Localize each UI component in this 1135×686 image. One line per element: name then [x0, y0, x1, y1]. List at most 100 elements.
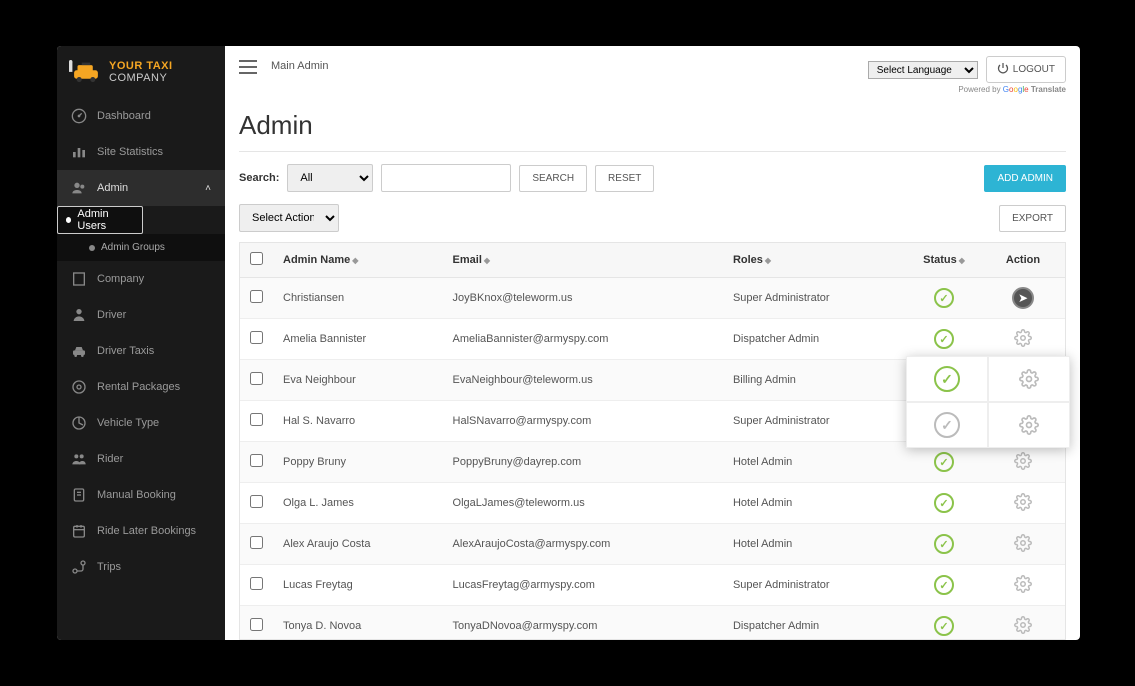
status-active-icon[interactable]: ✓ [934, 452, 954, 472]
sidebar-subitem-admin-users[interactable]: Admin Users [57, 206, 143, 234]
sidebar-item-dashboard[interactable]: Dashboard [57, 98, 225, 134]
popup-action-gear[interactable] [988, 356, 1070, 402]
popup-action-gear[interactable] [988, 402, 1070, 448]
gear-icon[interactable] [1013, 574, 1033, 594]
col-roles[interactable]: Roles◆ [723, 243, 907, 278]
reset-button[interactable]: RESET [595, 165, 654, 192]
sidebar-item-rental-packages[interactable]: Rental Packages [57, 369, 225, 405]
row-checkbox[interactable] [250, 536, 263, 549]
sidebar-item-label: Dashboard [97, 110, 151, 122]
cell-name: Olga L. James [273, 483, 443, 524]
status-active-icon[interactable]: ✓ [934, 329, 954, 349]
sidebar-item-label: Driver Taxis [97, 345, 154, 357]
sidebar-item-rider[interactable]: Rider [57, 441, 225, 477]
cell-roles: Hotel Admin [723, 442, 907, 483]
sidebar-item-label: Rider [97, 453, 123, 465]
language-select[interactable]: Select Language [868, 61, 978, 79]
status-active-icon[interactable]: ✓ [934, 616, 954, 636]
sidebar-item-label: Manual Booking [97, 489, 176, 501]
sidebar-item-driver-taxis[interactable]: Driver Taxis [57, 333, 225, 369]
col-name[interactable]: Admin Name◆ [273, 243, 443, 278]
search-label: Search: [239, 172, 279, 184]
power-icon [997, 62, 1009, 77]
cell-name: Tonya D. Novoa [273, 606, 443, 641]
sidebar-item-driver[interactable]: Driver [57, 297, 225, 333]
status-active-icon[interactable]: ✓ [934, 575, 954, 595]
admin-icon [71, 180, 87, 196]
cell-name: Lucas Freytag [273, 565, 443, 606]
sidebar-item-site-statistics[interactable]: Site Statistics [57, 134, 225, 170]
check-icon: ✓ [934, 412, 960, 438]
status-active-icon[interactable]: ✓ [934, 534, 954, 554]
search-button[interactable]: SEARCH [519, 165, 587, 192]
sidebar-item-ride-later-bookings[interactable]: Ride Later Bookings [57, 513, 225, 549]
gear-icon[interactable] [1013, 492, 1033, 512]
cell-email: JoyBKnox@teleworm.us [443, 278, 723, 319]
export-button[interactable]: EXPORT [999, 205, 1066, 232]
col-email[interactable]: Email◆ [443, 243, 723, 278]
sidebar-item-label: Site Statistics [97, 146, 163, 158]
sidebar-item-manual-booking[interactable]: Manual Booking [57, 477, 225, 513]
row-checkbox[interactable] [250, 454, 263, 467]
logo: YOUR TAXI COMPANY [57, 46, 225, 98]
popup-status-active[interactable]: ✓ [906, 356, 988, 402]
row-checkbox[interactable] [250, 495, 263, 508]
row-checkbox[interactable] [250, 372, 263, 385]
gear-icon[interactable] [1013, 615, 1033, 635]
popup-status-inactive[interactable]: ✓ [906, 402, 988, 448]
table-row: Amelia BannisterAmeliaBannister@armyspy.… [240, 319, 1065, 360]
search-filter-select[interactable]: All [287, 164, 373, 192]
dashboard-icon [71, 108, 87, 124]
powered-by-label: Powered by Google Translate [958, 85, 1066, 94]
row-checkbox[interactable] [250, 618, 263, 631]
divider [239, 151, 1066, 152]
chevron-icon: ˄ [205, 183, 211, 194]
sidebar-item-label: Admin [97, 182, 128, 194]
cell-roles: Super Administrator [723, 278, 907, 319]
gear-icon[interactable] [1013, 533, 1033, 553]
topbar-right: Select Language LOGOUT Powered by Google… [868, 56, 1066, 94]
trips-icon [71, 559, 87, 575]
sidebar-item-label: Vehicle Type [97, 417, 159, 429]
col-status[interactable]: Status◆ [907, 243, 981, 278]
sidebar-subitem-label: Admin Users [77, 208, 134, 232]
status-active-icon[interactable]: ✓ [934, 288, 954, 308]
nav: Dashboard Site Statistics Admin ˄ Admin User… [57, 98, 225, 640]
gear-icon[interactable] [1013, 451, 1033, 471]
cell-email: AmeliaBannister@armyspy.com [443, 319, 723, 360]
cell-email: EvaNeighbour@teleworm.us [443, 360, 723, 401]
sidebar-item-company[interactable]: Company [57, 261, 225, 297]
select-all-checkbox[interactable] [250, 252, 263, 265]
sidebar-subitem-admin-groups[interactable]: Admin Groups [57, 234, 225, 261]
compass-icon[interactable]: ➤ [1012, 287, 1034, 309]
bulk-action-select[interactable]: Select Action [239, 204, 339, 232]
sidebar-item-vehicle-type[interactable]: Vehicle Type [57, 405, 225, 441]
row-checkbox[interactable] [250, 413, 263, 426]
sidebar-item-admin[interactable]: Admin ˄ [57, 170, 225, 206]
cell-email: OlgaLJames@teleworm.us [443, 483, 723, 524]
cell-name: Amelia Bannister [273, 319, 443, 360]
row-checkbox[interactable] [250, 577, 263, 590]
logout-button[interactable]: LOGOUT [986, 56, 1066, 83]
gear-icon[interactable] [1013, 328, 1033, 348]
cell-roles: Billing Admin [723, 360, 907, 401]
topbar: Main Admin Select Language LOGOUT Powere… [225, 46, 1080, 104]
menu-toggle-icon[interactable] [239, 60, 257, 74]
check-icon: ✓ [934, 366, 960, 392]
search-input[interactable] [381, 164, 511, 192]
row-checkbox[interactable] [250, 290, 263, 303]
cell-name: Alex Araujo Costa [273, 524, 443, 565]
add-admin-button[interactable]: ADD ADMIN [984, 165, 1066, 192]
table-row: ChristiansenJoyBKnox@teleworm.usSuper Ad… [240, 278, 1065, 319]
row-checkbox[interactable] [250, 331, 263, 344]
taxi-logo-icon [69, 60, 103, 84]
gear-icon [1019, 369, 1039, 389]
sidebar-item-trips[interactable]: Trips [57, 549, 225, 585]
status-action-popup: ✓ ✓ [906, 356, 1070, 448]
cell-roles: Dispatcher Admin [723, 319, 907, 360]
status-active-icon[interactable]: ✓ [934, 493, 954, 513]
cell-roles: Hotel Admin [723, 524, 907, 565]
search-row: Search: All SEARCH RESET ADD ADMIN [239, 164, 1066, 192]
rider-icon [71, 451, 87, 467]
cell-roles: Dispatcher Admin [723, 606, 907, 641]
